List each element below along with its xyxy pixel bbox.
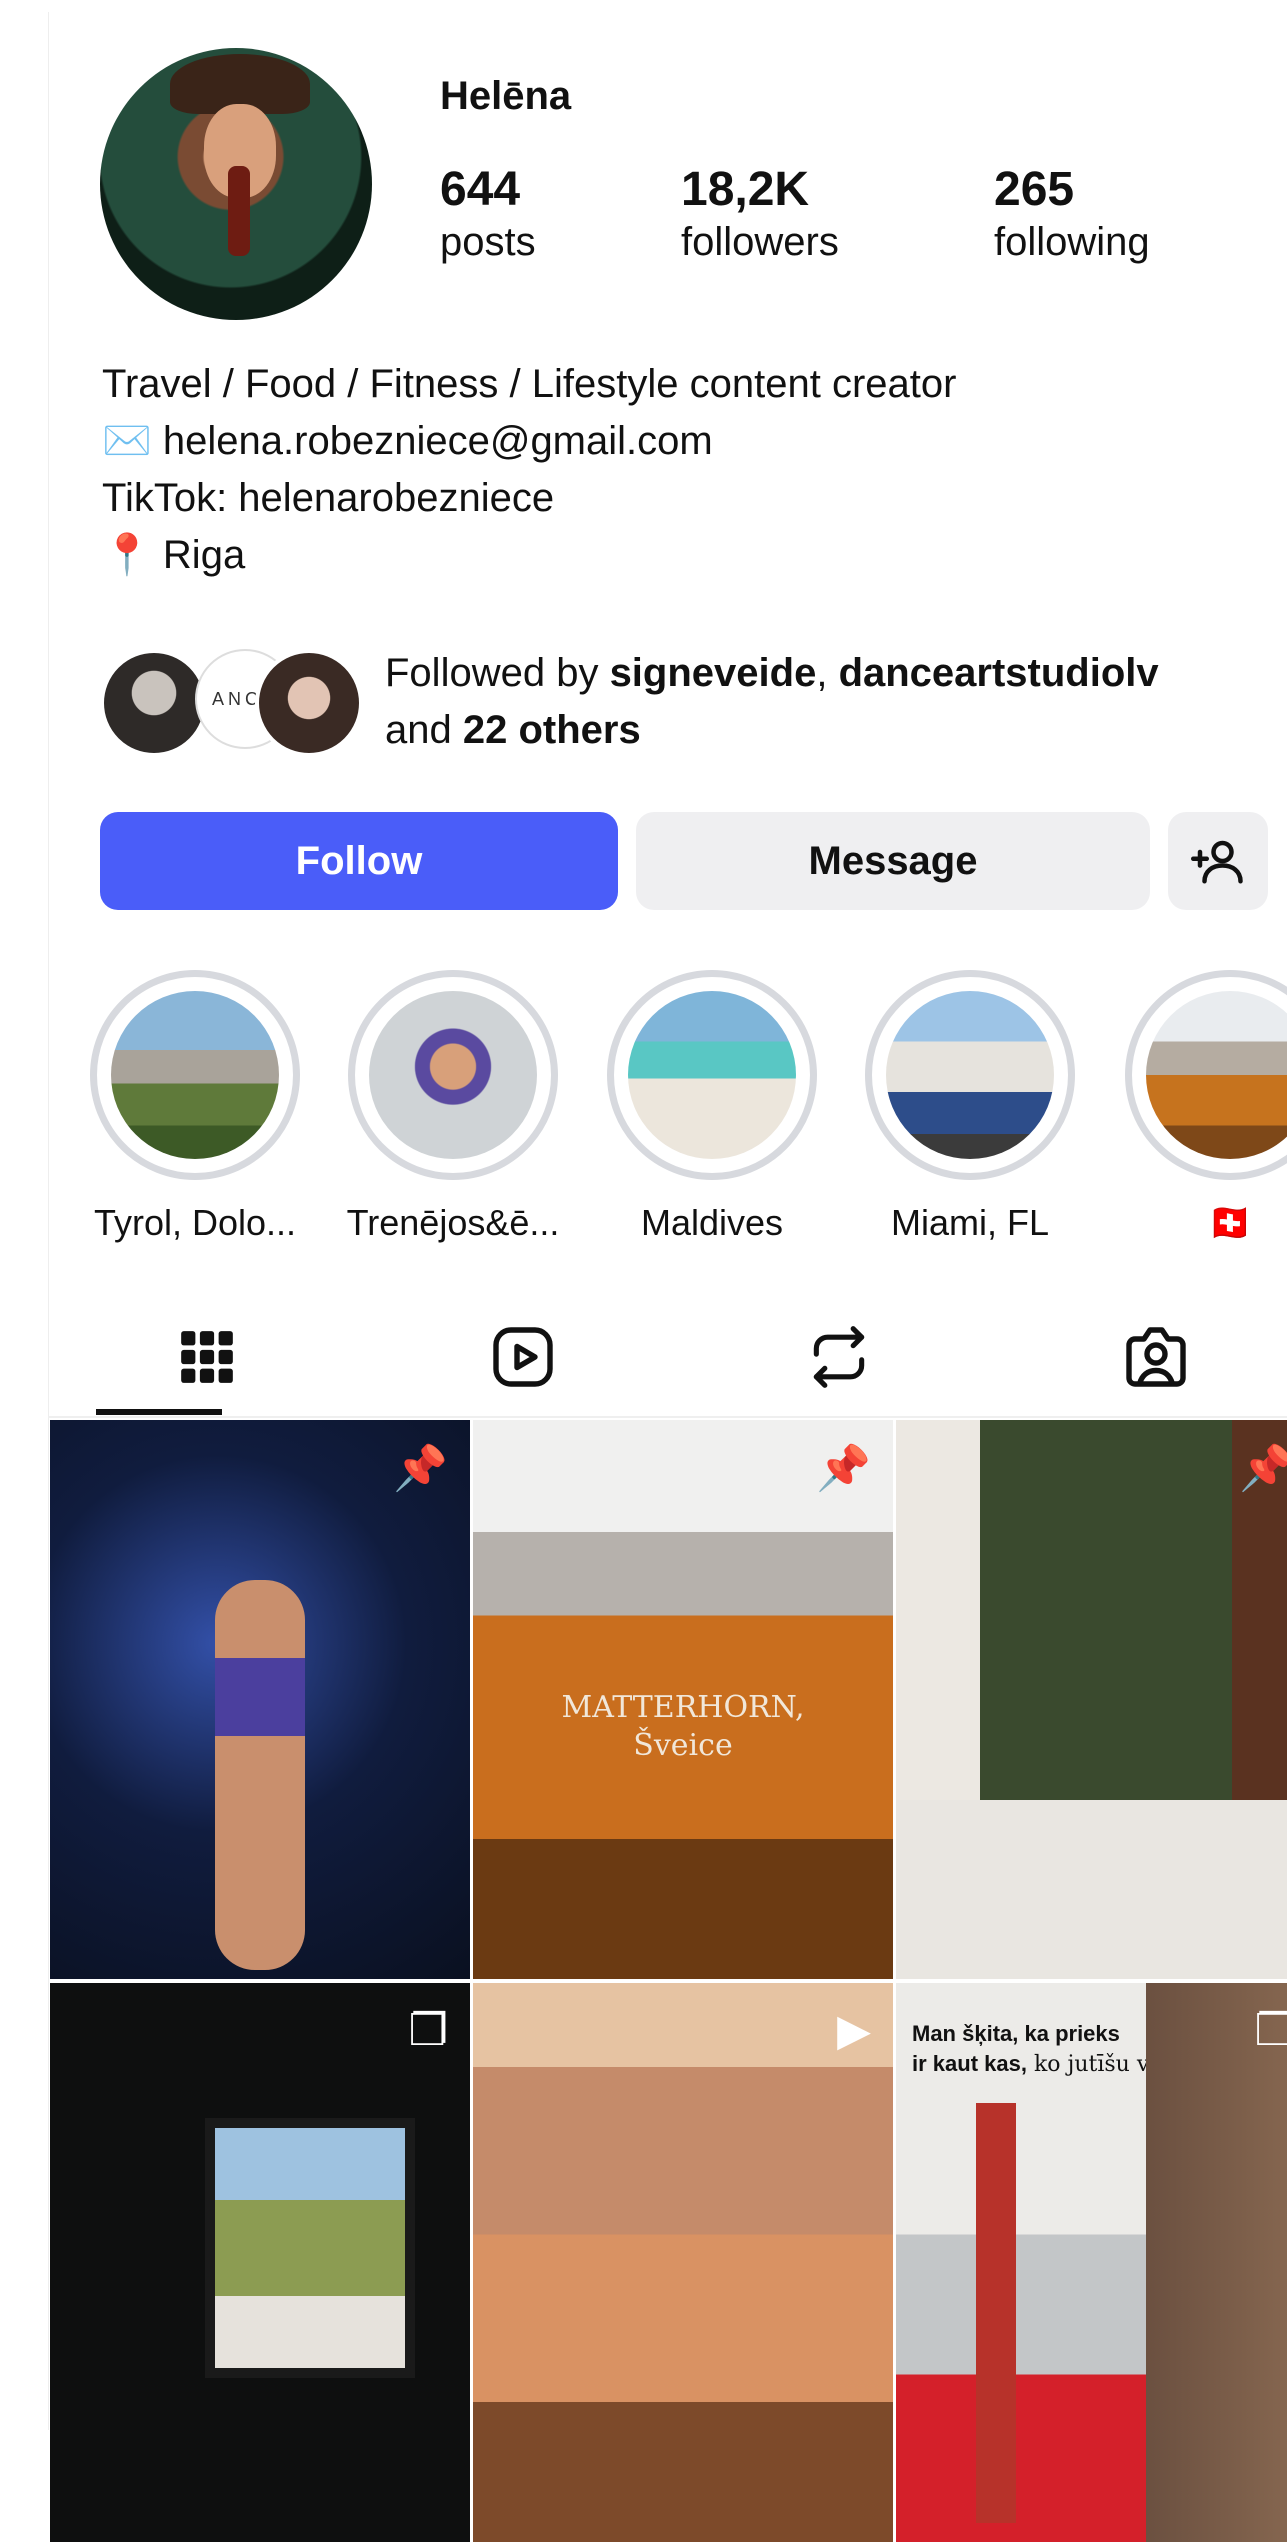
tab-tagged[interactable] [1106, 1300, 1206, 1414]
highlight-label: Trenējos&ē... [346, 1202, 560, 1243]
highlight-label: Tyrol, Dolo... [93, 1202, 297, 1243]
following-count[interactable]: 265 following [994, 162, 1150, 266]
followed-by-section[interactable]: ANCE Followed by signeveide, danceartstu… [100, 645, 1240, 757]
bio-location: 📍 Riga [102, 533, 246, 577]
bio-email[interactable]: ✉️ helena.robezniece@gmail.com [102, 413, 956, 470]
highlight-tyrol[interactable]: Tyrol, Dolo... [65, 970, 325, 1244]
follow-button[interactable]: Follow [100, 812, 618, 910]
highlight-switzerland[interactable]: 🇨🇭 [1100, 970, 1287, 1244]
reposts-icon [813, 1326, 865, 1388]
post-tile[interactable]: 📌 [50, 1420, 470, 1979]
tab-posts-grid[interactable] [157, 1300, 257, 1414]
carousel-icon: ❐ [1254, 2006, 1287, 2055]
carousel-icon: ❐ [408, 2006, 448, 2055]
pin-icon: 📌 [1239, 1444, 1287, 1493]
highlight-maldives[interactable]: Maldives [582, 970, 842, 1244]
highlight-thumbnail [886, 991, 1054, 1159]
highlight-miami[interactable]: Miami, FL [840, 970, 1100, 1244]
tab-reposts[interactable] [789, 1300, 889, 1414]
post-tile[interactable]: Man šķita, ka prieks ir kaut kas, ko jut… [896, 1983, 1287, 2542]
pin-icon: 📌 [816, 1444, 871, 1493]
active-tab-indicator [96, 1409, 222, 1415]
bio-line: TikTok: helenarobezniece [102, 476, 555, 520]
post-tile[interactable]: ❐ [50, 1983, 470, 2542]
suggest-people-button[interactable] [1168, 812, 1268, 910]
follower-avatar [100, 649, 208, 757]
post-tile[interactable]: ▶ [473, 1983, 893, 2542]
tab-reels[interactable] [473, 1300, 573, 1414]
pin-icon: 📌 [393, 1444, 448, 1493]
highlight-training[interactable]: Trenējos&ē... [323, 970, 583, 1244]
person-add-icon [1191, 840, 1243, 884]
followed-by-text: Followed by signeveide, danceartstudiolv… [385, 651, 1159, 752]
highlight-thumbnail [628, 991, 796, 1159]
message-button[interactable]: Message [636, 812, 1150, 910]
highlight-thumbnail [1146, 991, 1287, 1159]
highlight-label: Maldives [640, 1202, 784, 1243]
reels-icon [493, 1327, 553, 1387]
highlight-label: 🇨🇭 [1207, 1202, 1253, 1243]
profile-bio: Travel / Food / Fitness / Lifestyle cont… [102, 356, 956, 584]
bio-line: Travel / Food / Fitness / Lifestyle cont… [102, 362, 957, 406]
highlight-label: Miami, FL [890, 1202, 1049, 1243]
profile-avatar[interactable] [100, 48, 372, 320]
tagged-icon [1126, 1327, 1186, 1387]
highlight-thumbnail [111, 991, 279, 1159]
post-tile[interactable]: MATTERHORN, Šveice 📌 [473, 1420, 893, 1979]
follower-avatar [255, 649, 363, 757]
reel-icon: ▶ [837, 2006, 871, 2055]
profile-tabs [48, 1300, 1287, 1418]
profile-name: Helēna [440, 74, 572, 118]
posts-count[interactable]: 644 posts [440, 162, 536, 266]
grid-icon [181, 1331, 233, 1383]
post-tile[interactable]: 📌 [896, 1420, 1287, 1979]
followers-count[interactable]: 18,2K followers [681, 162, 839, 266]
highlight-thumbnail [369, 991, 537, 1159]
